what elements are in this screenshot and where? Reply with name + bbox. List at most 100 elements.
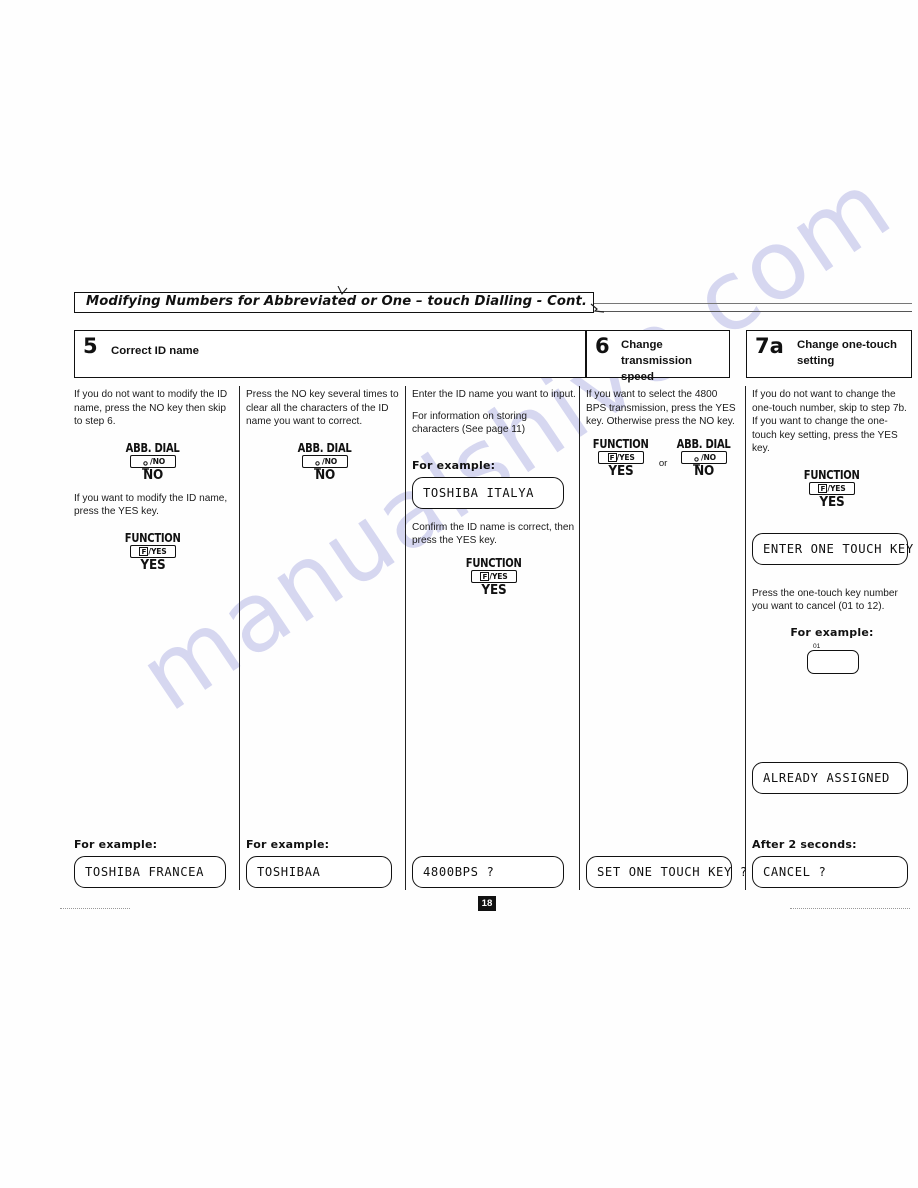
example-label: For example: [74,838,158,851]
key-button[interactable]: /NO [130,454,176,470]
key-word: YES [819,494,845,510]
lcd-display: 4800BPS ? [412,856,564,888]
instruction-text: If you do not want to change the one-tou… [752,389,907,414]
key-function[interactable]: FUNCTION F /YES YES [589,435,652,480]
step-box-6: 6 Change transmission speed [586,330,730,383]
key-caption: FUNCTION [466,554,522,570]
key-button-text: /YES [827,483,846,493]
or-separator: or [658,457,668,469]
key-caption: FUNCTION [125,529,181,545]
step-label-7a: Change one-touch setting [797,339,897,368]
one-touch-key-number: 01 [813,642,821,650]
example-block: For example: TOSHIBAA [246,838,404,888]
lcd-display-already-assigned: ALREADY ASSIGNED [752,762,908,794]
display-block: 4800BPS ? [412,856,576,888]
footer-rule-right [790,908,910,909]
instruction-text: If you want to change the one-touch key … [752,416,898,455]
lcd-text: CANCEL ? [763,865,827,879]
lcd-display: TOSHIBAA [246,856,392,888]
key-button-text: /YES [148,546,167,556]
instruction-text: If you want to modify the ID name, press… [74,492,228,518]
column-3: Enter the ID name you want to input. For… [412,388,576,888]
lcd-text: ALREADY ASSIGNED [763,771,890,785]
key-choice-row: FUNCTION F /YES YES or ABB. DIAL /NO NO [586,435,738,480]
instruction-text: If you do not want to modify the ID name… [74,389,228,428]
key-button-text: /NO [322,456,337,466]
instruction-text: Press the NO key several times to clear … [246,389,399,428]
column-4: If you want to select the 4800 BPS trans… [586,388,747,888]
key-button-text: /NO [700,452,716,462]
after-seconds-label: After 2 seconds: [752,838,857,851]
instruction-text: If you want to select the 4800 BPS trans… [586,389,736,428]
lcd-display-example: TOSHIBA ITALYA [412,476,564,509]
key-button-text: /YES [489,571,508,581]
key-caption: FUNCTION [593,435,650,451]
example-label: For example: [412,458,496,472]
key-word: NO [143,467,163,483]
step-label-6: Change transmission speed [621,339,692,384]
key-caption: ABB. DIAL [298,439,352,455]
step-label-5: Correct ID name [111,345,199,357]
key-button[interactable]: F /YES [598,450,645,464]
key-function[interactable]: FUNCTION F /YES YES [752,466,912,511]
running-header-title: Modifying Numbers for Abbreviated or One… [86,294,588,309]
lcd-text: 4800BPS ? [423,865,495,879]
key-caption: ABB. DIAL [126,439,180,455]
step-box-5: 5 Correct ID name [74,330,586,378]
step-number-6: 6 [595,334,610,358]
key-button[interactable]: /NO [680,450,727,466]
key-caption: ABB. DIAL [677,435,731,451]
header-hook-mark [590,303,605,313]
function-key-icon: F [480,571,490,581]
function-key-icon: F [818,483,828,493]
column-divider-2 [405,386,406,890]
header-rule-lower [598,311,912,312]
header-nick-mark [337,286,348,295]
key-button[interactable]: /NO [302,454,348,470]
key-button[interactable]: F /YES [471,569,517,583]
step-number-7a: 7a [755,334,784,358]
one-touch-key-graphic[interactable]: 01 [752,642,912,675]
example-block: For example: TOSHIBA FRANCEA [74,838,232,888]
one-touch-key-button[interactable] [807,650,859,675]
function-key-icon: F [607,452,617,462]
lcd-display: CANCEL ? [752,856,908,888]
key-button[interactable]: F /YES [809,481,855,495]
lcd-text: TOSHIBA ITALYA [423,485,535,500]
key-function[interactable]: FUNCTION F /YES YES [74,529,232,574]
lcd-display: TOSHIBA FRANCEA [74,856,226,888]
lcd-text: SET ONE TOUCH KEY ? [597,865,748,879]
key-caption: FUNCTION [804,466,860,482]
key-button-text: /NO [150,456,165,466]
function-key-icon: F [139,546,149,556]
abbreviated-dial-icon [313,457,322,470]
key-word: YES [140,557,166,573]
column-5: If you do not want to change the one-tou… [752,388,913,888]
lcd-display-enter-one-touch-key: ENTER ONE TOUCH KEY [752,532,913,565]
step-number-5: 5 [83,334,98,358]
already-assigned-block: ALREADY ASSIGNED [752,762,912,794]
key-abb-dial[interactable]: ABB. DIAL /NO NO [673,435,734,480]
key-button-text: /YES [616,452,635,462]
key-word: NO [315,467,335,483]
manual-page: Modifying Numbers for Abbreviated or One… [0,0,918,1188]
lcd-text: TOSHIBAA [257,865,321,879]
instruction-text: Enter the ID name you want to input. [412,389,576,400]
footer-rule-left [60,908,130,909]
column-2: Press the NO key several times to clear … [246,388,404,888]
instruction-text: Confirm the ID name is correct, then pre… [412,521,575,547]
header-rule-upper [594,303,912,304]
key-button[interactable]: F /YES [130,544,176,558]
key-abb-dial[interactable]: ABB. DIAL /NO NO [246,439,404,484]
column-divider-1 [239,386,240,890]
instruction-text: Press the one-touch key number you want … [752,587,898,613]
lcd-text: TOSHIBA FRANCEA [85,865,205,879]
display-block: SET ONE TOUCH KEY ? [586,856,747,888]
lcd-display: SET ONE TOUCH KEY ? [586,856,747,888]
key-abb-dial[interactable]: ABB. DIAL /NO NO [74,439,232,484]
key-function[interactable]: FUNCTION F /YES YES [412,554,576,599]
step-box-7a: 7a Change one-touch setting [746,330,912,378]
page-number: 18 [478,896,496,911]
example-label: For example: [790,625,874,639]
column-divider-3 [579,386,580,890]
